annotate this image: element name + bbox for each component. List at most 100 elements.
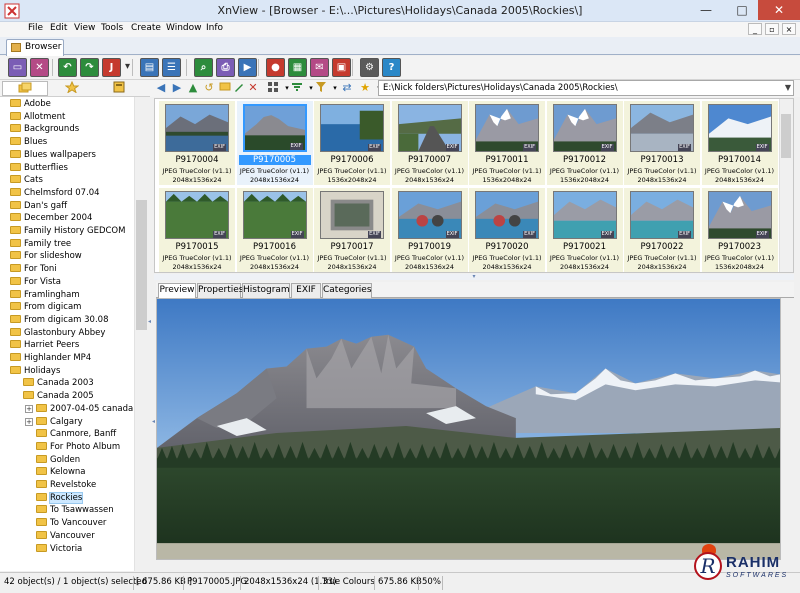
mdi-restore-button[interactable]: ▫	[765, 23, 779, 35]
tab-properties[interactable]: Properties	[197, 283, 243, 298]
jpeg-dropdown-icon[interactable]: ▾	[123, 58, 132, 77]
splitter-grip-icon[interactable]: ▾	[470, 274, 478, 280]
tab-histogram[interactable]: Histogram	[242, 283, 290, 298]
mdi-close-button[interactable]: ×	[782, 23, 796, 35]
tree-item[interactable]: For slideshow	[10, 250, 82, 262]
favorites-star-icon[interactable]: ★	[358, 81, 372, 95]
tree-item[interactable]: Butterflies	[10, 162, 68, 174]
tree-item[interactable]: To Vancouver	[36, 517, 106, 529]
tree-item[interactable]: Cats	[10, 174, 43, 186]
rename-icon[interactable]	[232, 81, 246, 95]
tree-item[interactable]: For Vista	[10, 276, 61, 288]
menu-view[interactable]: View	[74, 23, 95, 33]
thumbnail-item[interactable]: EXIF P9170020 JPEG TrueColor (v1.1) 2048x15…	[469, 188, 545, 272]
tree-item[interactable]: Rockies	[36, 491, 84, 504]
multipage-icon[interactable]: ▣	[332, 58, 351, 77]
settings-icon[interactable]: ⚙	[360, 58, 379, 77]
thumbnail-item[interactable]: EXIF P9170004 JPEG TrueColor (v1.1) 2048x15…	[159, 101, 235, 185]
tab-exif[interactable]: EXIF	[291, 283, 321, 298]
close-image-icon[interactable]: ✕	[30, 58, 49, 77]
menu-window[interactable]: Window	[166, 23, 202, 33]
tree-item[interactable]: For Photo Album	[36, 441, 120, 453]
thumbnail-item[interactable]: EXIF P9170016 JPEG TrueColor (v1.1) 2048x15…	[236, 188, 313, 272]
thumbnail-item[interactable]: EXIF P9170017 JPEG TrueColor (v1.1) 2048x15…	[314, 188, 390, 272]
tree-item[interactable]: Canada 2005	[23, 390, 94, 402]
tree-item[interactable]: Highlander MP4	[10, 352, 91, 364]
thumbnail-item[interactable]: EXIF P9170023 JPEG TrueColor (v1.1) 1536x20…	[701, 188, 778, 272]
tree-item[interactable]: Family tree	[10, 238, 71, 250]
thumbnail-item[interactable]: EXIF P9170019 JPEG TrueColor (v1.1) 2048x15…	[391, 188, 468, 272]
tree-item[interactable]: Canada 2003	[23, 377, 94, 389]
thumbnail-item[interactable]: EXIF P9170006 JPEG TrueColor (v1.1) 1536x20…	[314, 101, 390, 185]
tree-item[interactable]: Golden	[36, 454, 80, 466]
thumbnail-item[interactable]: EXIF P9170022 JPEG TrueColor (v1.1) 2048x15…	[624, 188, 700, 272]
parent-folder-icon[interactable]: ▲	[186, 81, 200, 95]
tree-item[interactable]: Family History GEDCOM	[10, 225, 125, 237]
tab-folders[interactable]	[2, 81, 48, 96]
tree-item[interactable]: Allotment	[10, 111, 65, 123]
thumbnail-item[interactable]: EXIF P9170005 JPEG TrueColor (v1.1) 2048x15…	[236, 101, 313, 185]
expand-icon[interactable]: +	[25, 417, 33, 426]
tree-item[interactable]: Revelstoke	[36, 479, 96, 491]
thumbnail-item[interactable]: EXIF P9170015 JPEG TrueColor (v1.1) 2048x15…	[159, 188, 235, 272]
thumbnail-item[interactable]: EXIF P9170012 JPEG TrueColor (v1.1) 1536x20…	[546, 101, 623, 185]
menu-create[interactable]: Create	[131, 23, 161, 33]
tree-item[interactable]: Glastonbury Abbey	[10, 327, 105, 339]
delete-icon[interactable]: ✕	[246, 81, 260, 95]
view-image-icon[interactable]: ▭	[8, 58, 27, 77]
path-input[interactable]: E:\Nick folders\Pictures\Holidays\Canada…	[378, 80, 794, 96]
rotate-right-icon[interactable]: ↷	[80, 58, 99, 77]
sync-icon[interactable]: ⇄	[340, 81, 354, 95]
tree-item[interactable]: December 2004	[10, 212, 92, 224]
tree-item[interactable]: + Calgary	[25, 416, 83, 428]
convert-icon[interactable]: ✉	[310, 58, 329, 77]
tree-item[interactable]: Blues wallpapers	[10, 149, 96, 161]
tree-item[interactable]: Harriet Peers	[10, 339, 79, 351]
sort-icon[interactable]	[290, 81, 304, 95]
rotate-left-icon[interactable]: ↶	[58, 58, 77, 77]
menu-tools[interactable]: Tools	[101, 23, 123, 33]
view-mode-icon[interactable]	[266, 81, 280, 95]
tree-item[interactable]: Vancouver	[36, 530, 95, 542]
print-icon[interactable]: ⎙	[216, 58, 235, 77]
menu-info[interactable]: Info	[206, 23, 223, 33]
tab-categories[interactable]	[96, 81, 142, 96]
slideshow-icon[interactable]: ▶	[238, 58, 257, 77]
new-folder-icon[interactable]	[218, 81, 232, 95]
tab-categories-preview[interactable]: Categories	[322, 283, 372, 298]
tree-item[interactable]: Framlingham	[10, 289, 80, 301]
tree-item[interactable]: Backgrounds	[10, 123, 79, 135]
refresh-icon[interactable]: ↺	[202, 81, 216, 95]
thumbnail-item[interactable]: EXIF P9170007 JPEG TrueColor (v1.1) 2048x15…	[391, 101, 468, 185]
tree-scrollbar[interactable]	[134, 97, 149, 571]
left-splitter-grip-icon[interactable]: ◂	[148, 318, 154, 328]
tree-item[interactable]: Holidays	[10, 365, 60, 377]
preview-image[interactable]	[156, 298, 781, 560]
wallpaper-icon[interactable]: ▦	[288, 58, 307, 77]
tree-scrollbar-thumb[interactable]	[136, 200, 147, 330]
filter-icon[interactable]	[314, 81, 328, 95]
help-icon[interactable]: ?	[382, 58, 401, 77]
menu-file[interactable]: File	[28, 23, 43, 33]
thumbnail-item[interactable]: EXIF P9170014 JPEG TrueColor (v1.1) 2048x15…	[701, 101, 778, 185]
list-view-icon[interactable]: ☰	[162, 58, 181, 77]
preview-scrollbar[interactable]	[782, 298, 796, 560]
search-icon[interactable]: ⌕	[194, 58, 213, 77]
thumbnail-view-icon[interactable]: ▤	[140, 58, 159, 77]
thumbnail-item[interactable]: EXIF P9170021 JPEG TrueColor (v1.1) 2048x15…	[546, 188, 623, 272]
tree-item[interactable]: Blues	[10, 136, 47, 148]
back-icon[interactable]: ◀	[154, 81, 168, 95]
tree-item[interactable]: From digicam	[10, 301, 81, 313]
tab-preview[interactable]: Preview	[158, 283, 196, 299]
capture-icon[interactable]: ●	[266, 58, 285, 77]
tree-item[interactable]: +2007-04-05 canada 20	[25, 403, 147, 415]
path-dropdown-icon[interactable]: ▼	[785, 81, 791, 95]
menu-edit[interactable]: Edit	[50, 23, 67, 33]
tree-item[interactable]: Chelmsford 07.04	[10, 187, 100, 199]
tab-browser[interactable]: Browser	[6, 39, 64, 56]
tree-item[interactable]: Dan's gaff	[10, 200, 67, 212]
folder-tree[interactable]: Adobe Allotment Backgrounds Blues Blues wall…	[0, 97, 149, 571]
tab-favorites[interactable]	[49, 80, 95, 96]
thumbnail-item[interactable]: EXIF P9170013 JPEG TrueColor (v1.1) 2048x15…	[624, 101, 700, 185]
tree-item[interactable]: Victoria	[36, 543, 82, 555]
